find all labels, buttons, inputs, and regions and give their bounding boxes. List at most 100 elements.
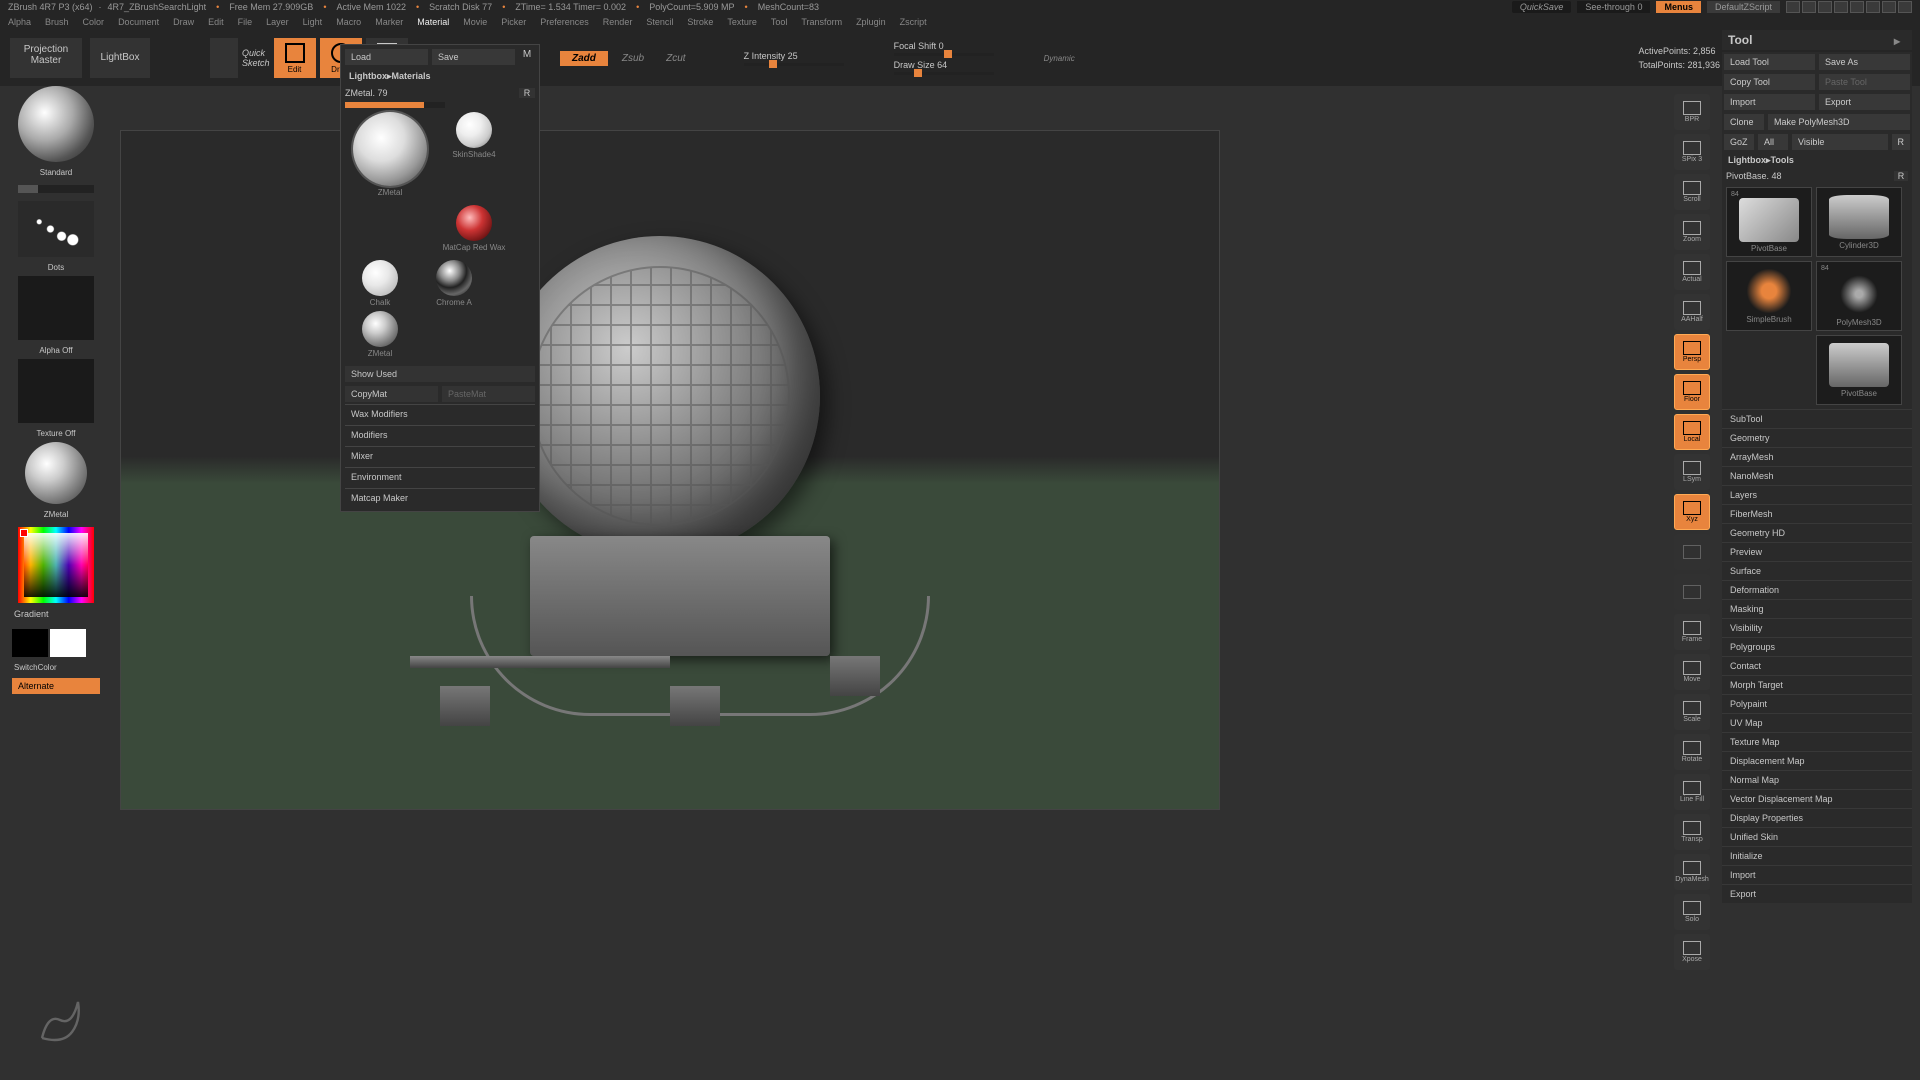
color-picker[interactable]: [18, 527, 94, 603]
viewport-tool-dynamesh[interactable]: DynaMesh: [1674, 854, 1710, 890]
lightbox-button[interactable]: LightBox: [90, 38, 150, 78]
brush-preview[interactable]: [18, 86, 94, 162]
accordion-preview[interactable]: Preview: [1722, 542, 1912, 561]
mat-swatch-redwax[interactable]: MatCap Red Wax: [439, 205, 509, 252]
accordion-vector-displacement-map[interactable]: Vector Displacement Map: [1722, 789, 1912, 808]
viewport-tool-local[interactable]: Local: [1674, 414, 1710, 450]
texture-slot[interactable]: [18, 359, 94, 423]
menu-stencil[interactable]: Stencil: [646, 17, 673, 27]
accordion-displacement-map[interactable]: Displacement Map: [1722, 751, 1912, 770]
menu-render[interactable]: Render: [603, 17, 633, 27]
clone-button[interactable]: Clone: [1724, 114, 1764, 130]
seethrough-slider[interactable]: See-through 0: [1577, 1, 1650, 13]
menu-zplugin[interactable]: Zplugin: [856, 17, 886, 27]
pastemat-button[interactable]: PasteMat: [442, 386, 535, 402]
material-r-button[interactable]: R: [519, 88, 535, 98]
quicksave-button[interactable]: QuickSave: [1512, 1, 1572, 13]
menus-button[interactable]: Menus: [1656, 1, 1701, 13]
import-button[interactable]: Import: [1724, 94, 1815, 110]
accordion-contact[interactable]: Contact: [1722, 656, 1912, 675]
make-polymesh-button[interactable]: Make PolyMesh3D: [1768, 114, 1910, 130]
accordion-arraymesh[interactable]: ArrayMesh: [1722, 447, 1912, 466]
accordion-normal-map[interactable]: Normal Map: [1722, 770, 1912, 789]
alternate-button[interactable]: Alternate: [12, 678, 100, 694]
viewport-tool-zoom[interactable]: Zoom: [1674, 214, 1710, 250]
viewport-tool-spix-3[interactable]: SPix 3: [1674, 134, 1710, 170]
export-button[interactable]: Export: [1819, 94, 1910, 110]
window-icon-2[interactable]: [1802, 1, 1816, 13]
goz-r-button[interactable]: R: [1892, 134, 1911, 150]
viewport-tool-line-fill[interactable]: Line Fill: [1674, 774, 1710, 810]
tool-thumb-polymesh[interactable]: 84 PolyMesh3D: [1816, 261, 1902, 331]
mat-swatch-chrome[interactable]: Chrome A: [419, 260, 489, 307]
pivotbase-r-button[interactable]: R: [1894, 171, 1908, 181]
viewport-tool-scale[interactable]: Scale: [1674, 694, 1710, 730]
accordion-geometry[interactable]: Geometry: [1722, 428, 1912, 447]
accordion-subtool[interactable]: SubTool: [1722, 409, 1912, 428]
accordion-morph-target[interactable]: Morph Target: [1722, 675, 1912, 694]
menu-document[interactable]: Document: [118, 17, 159, 27]
accordion-masking[interactable]: Masking: [1722, 599, 1912, 618]
mrgb-m-button[interactable]: M: [519, 49, 535, 65]
lightbox-tools-label[interactable]: Lightbox▸Tools: [1722, 152, 1912, 169]
accordion-unified-skin[interactable]: Unified Skin: [1722, 827, 1912, 846]
window-icon-3[interactable]: [1818, 1, 1832, 13]
menu-zscript[interactable]: Zscript: [900, 17, 927, 27]
accordion-nanomesh[interactable]: NanoMesh: [1722, 466, 1912, 485]
dynamic-label[interactable]: Dynamic: [1044, 54, 1075, 63]
menu-layer[interactable]: Layer: [266, 17, 289, 27]
accordion-visibility[interactable]: Visibility: [1722, 618, 1912, 637]
accordion-import[interactable]: Import: [1722, 865, 1912, 884]
mat-swatch-zmetal-selected[interactable]: ZMetal: [345, 112, 435, 197]
tool-thumb-pivotbase[interactable]: 84 PivotBase: [1726, 187, 1812, 257]
mat-section-matcap[interactable]: Matcap Maker: [345, 488, 535, 507]
zadd-button[interactable]: Zadd: [560, 51, 608, 66]
tool-thumb-pivotbase2[interactable]: PivotBase: [1816, 335, 1902, 405]
focalshift-slider[interactable]: [894, 53, 994, 56]
window-icon-4[interactable]: [1834, 1, 1848, 13]
menu-edit[interactable]: Edit: [208, 17, 224, 27]
menu-marker[interactable]: Marker: [375, 17, 403, 27]
menu-brush[interactable]: Brush: [45, 17, 69, 27]
sketch-icon[interactable]: [210, 38, 238, 78]
menu-light[interactable]: Light: [303, 17, 323, 27]
viewport-tool-floor[interactable]: Floor: [1674, 374, 1710, 410]
menu-color[interactable]: Color: [83, 17, 105, 27]
goz-visible-button[interactable]: Visible: [1792, 134, 1888, 150]
material-save-button[interactable]: Save: [432, 49, 515, 65]
menu-movie[interactable]: Movie: [463, 17, 487, 27]
mat-section-wax[interactable]: Wax Modifiers: [345, 404, 535, 423]
zintensity-slider[interactable]: [744, 63, 844, 66]
menu-file[interactable]: File: [238, 17, 253, 27]
maximize-icon[interactable]: [1882, 1, 1896, 13]
viewport-tool-xyz[interactable]: Xyz: [1674, 494, 1710, 530]
paste-tool-button[interactable]: Paste Tool: [1819, 74, 1910, 90]
menu-draw[interactable]: Draw: [173, 17, 194, 27]
window-icon-5[interactable]: [1850, 1, 1864, 13]
menu-stroke[interactable]: Stroke: [687, 17, 713, 27]
edit-mode-button[interactable]: Edit: [274, 38, 316, 78]
projection-master-button[interactable]: Projection Master: [10, 38, 82, 78]
menu-texture[interactable]: Texture: [727, 17, 757, 27]
material-preview[interactable]: [25, 442, 87, 504]
accordion-export[interactable]: Export: [1722, 884, 1912, 903]
viewport-tool-persp[interactable]: Persp: [1674, 334, 1710, 370]
drawsize-slider[interactable]: [894, 72, 994, 75]
save-as-button[interactable]: Save As: [1819, 54, 1910, 70]
window-icon-1[interactable]: [1786, 1, 1800, 13]
quick-sketch-button[interactable]: Quick Sketch: [242, 48, 270, 68]
switchcolor-button[interactable]: SwitchColor: [12, 661, 100, 674]
viewport-tool-rotate[interactable]: Rotate: [1674, 734, 1710, 770]
mat-section-environment[interactable]: Environment: [345, 467, 535, 486]
accordion-polygroups[interactable]: Polygroups: [1722, 637, 1912, 656]
brush-slider[interactable]: [18, 185, 94, 193]
minimize-icon[interactable]: [1866, 1, 1880, 13]
load-tool-button[interactable]: Load Tool: [1724, 54, 1815, 70]
viewport-tool-bpr[interactable]: BPR: [1674, 94, 1710, 130]
viewport-tool-frame[interactable]: Frame: [1674, 614, 1710, 650]
menu-tool[interactable]: Tool: [771, 17, 788, 27]
viewport-tool-solo[interactable]: Solo: [1674, 894, 1710, 930]
goz-all-button[interactable]: All: [1758, 134, 1788, 150]
collapse-icon[interactable]: ▸: [1894, 34, 1906, 46]
goz-button[interactable]: GoZ: [1724, 134, 1754, 150]
